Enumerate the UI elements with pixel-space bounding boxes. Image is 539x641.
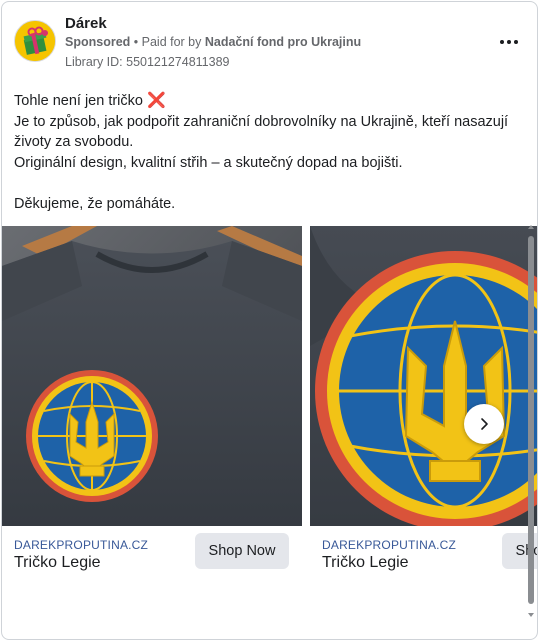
shop-now-button[interactable]: Shop Now <box>195 533 289 569</box>
product-image-2[interactable] <box>310 226 537 526</box>
page-avatar[interactable] <box>14 20 56 62</box>
card-footer-1[interactable]: DAREKPROPUTINA.CZ Tričko Legie Shop Now <box>2 526 302 582</box>
sponsor-line: Sponsored • Paid for by Nadační fond pro… <box>65 35 361 49</box>
scroll-up-icon[interactable] <box>526 222 536 232</box>
funder-name[interactable]: Nadační fond pro Ukrajinu <box>205 35 361 49</box>
paid-for-prefix: Paid for by <box>141 35 205 49</box>
scrollbar[interactable] <box>526 222 536 622</box>
library-id: Library ID: 550121274811389 <box>65 55 230 69</box>
scrollbar-thumb[interactable] <box>528 236 534 604</box>
body-line-1: Tohle není jen tričko ❌ <box>14 92 166 109</box>
carousel-next-button[interactable] <box>464 404 504 444</box>
sponsored-label: Sponsored <box>65 35 131 49</box>
ad-body-text: Tohle není jen tričko ❌ Je to způsob, ja… <box>14 91 529 214</box>
more-horizontal-icon <box>500 40 518 44</box>
product-image-1[interactable] <box>2 226 302 526</box>
carousel-card-1[interactable]: DAREKPROPUTINA.CZ Tričko Legie Shop Now <box>2 226 302 586</box>
body-line-5: Děkujeme, že pomáháte. <box>14 195 176 212</box>
separator: • <box>130 35 142 49</box>
ad-card: Dárek Sponsored • Paid for by Nadační fo… <box>1 1 538 640</box>
tshirt-closeup-image <box>310 226 537 526</box>
card-footer-2[interactable]: DAREKPROPUTINA.CZ Tričko Legie Shop Now <box>310 526 537 582</box>
card-title[interactable]: Tričko Legie <box>322 554 409 572</box>
chevron-right-icon <box>481 418 488 430</box>
carousel: DAREKPROPUTINA.CZ Tričko Legie Shop Now <box>2 226 537 586</box>
body-line-4 <box>14 173 529 194</box>
card-title[interactable]: Tričko Legie <box>14 554 101 572</box>
card-domain[interactable]: DAREKPROPUTINA.CZ <box>14 538 148 552</box>
gift-icon <box>15 21 55 61</box>
carousel-card-2[interactable]: DAREKPROPUTINA.CZ Tričko Legie Shop Now <box>310 226 537 586</box>
more-options-button[interactable] <box>497 32 521 52</box>
tshirt-hanger-image <box>2 226 302 526</box>
body-line-2: Je to způsob, jak podpořit zahraniční do… <box>14 113 509 151</box>
ad-header: Dárek Sponsored • Paid for by Nadační fo… <box>2 2 537 74</box>
cross-mark-icon: ❌ <box>147 92 166 109</box>
card-domain[interactable]: DAREKPROPUTINA.CZ <box>322 538 456 552</box>
body-line-3: Originální design, kvalitní střih – a sk… <box>14 154 403 171</box>
page-name[interactable]: Dárek <box>65 15 107 32</box>
scroll-down-icon[interactable] <box>526 610 536 620</box>
